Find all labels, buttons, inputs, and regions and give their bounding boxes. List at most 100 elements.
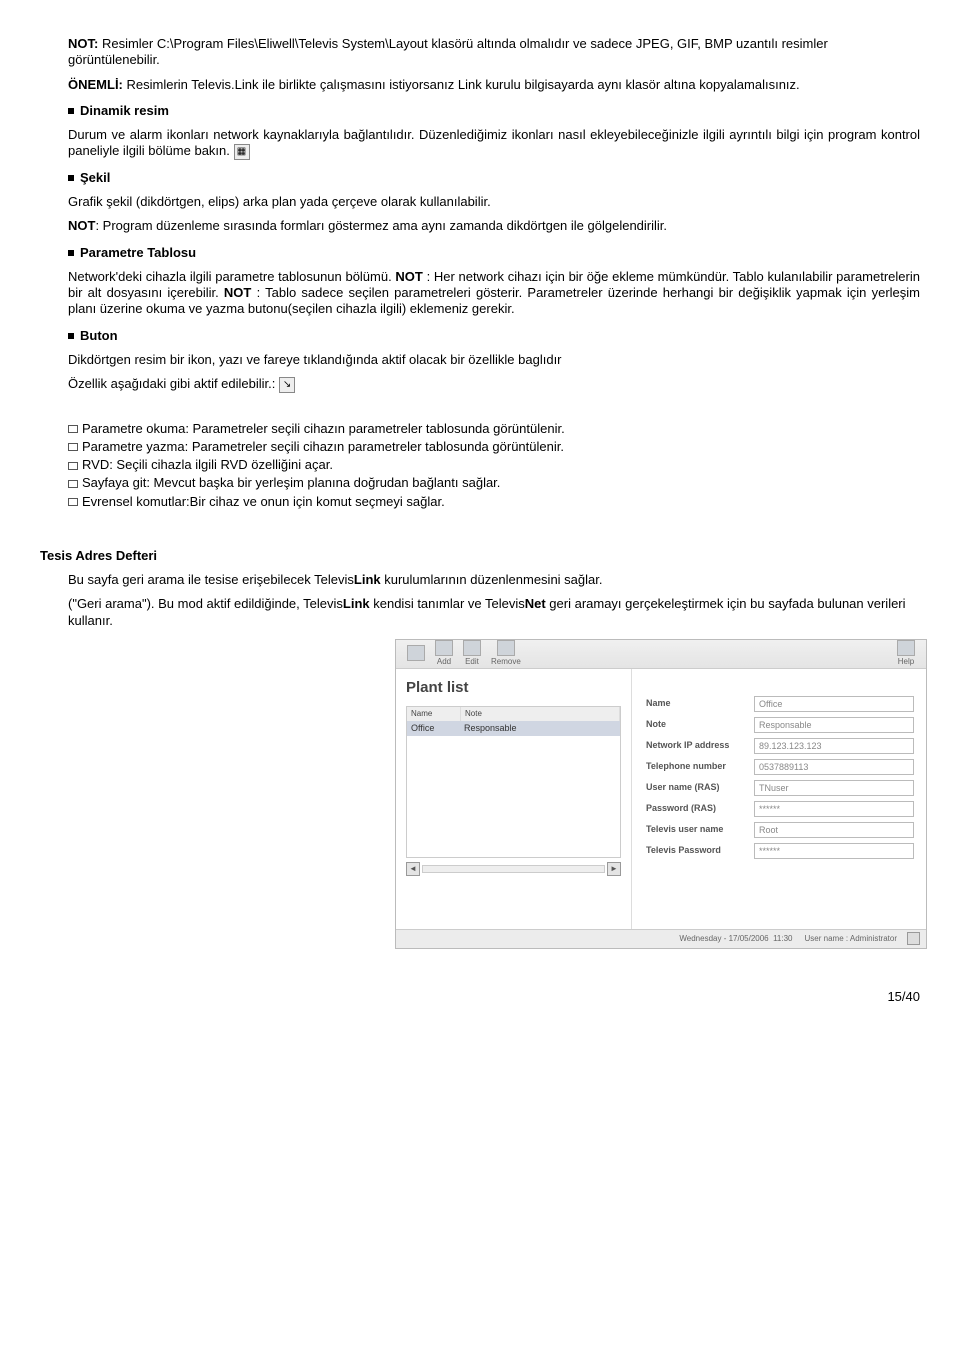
col-note: Note (461, 707, 620, 721)
remove-icon (497, 640, 515, 656)
bold: Link (343, 596, 370, 611)
field-name: NameOffice (646, 696, 914, 712)
scroll-left-icon[interactable]: ◄ (406, 862, 420, 876)
toolbar-remove-button[interactable]: Remove (491, 640, 521, 667)
open-box-icon (68, 498, 78, 506)
paragraph-tesis-2: ("Geri arama"). Bu mod aktif edildiğinde… (68, 596, 920, 629)
status-indicator-icon (907, 932, 920, 945)
table-row[interactable]: Office Responsable (407, 721, 620, 736)
bold: Net (525, 596, 546, 611)
heading-tesis-adres-defteri: Tesis Adres Defteri (40, 548, 920, 564)
paragraph-buton-2: Özellik aşağıdaki gibi aktif edilebilir.… (68, 376, 920, 393)
phone-input[interactable]: 0537889113 (754, 759, 914, 775)
paragraph-parametre: Network'deki cihazla ilgili parametre ta… (68, 269, 920, 318)
status-bar: Wednesday - 17/05/2006 11:30 User name :… (396, 929, 926, 948)
text: Parametre okuma: Parametreler seçili cih… (82, 421, 565, 436)
bullet-icon (68, 250, 74, 256)
paragraph-buton-1: Dikdörtgen resim bir ikon, yazı ve farey… (68, 352, 920, 368)
note-body: Resimler C:\Program Files\Eliwell\Televi… (68, 36, 828, 67)
text: Durum ve alarm ikonları network kaynakla… (68, 127, 920, 158)
cell-note: Responsable (460, 721, 620, 736)
help-icon (897, 640, 915, 656)
text: kendisi tanımlar ve Televis (370, 596, 525, 611)
heading-sekil: Şekil (68, 170, 920, 186)
paragraph-sekil-1: Grafik şekil (dikdörtgen, elips) arka pl… (68, 194, 920, 210)
heading-text: Parametre Tablosu (80, 245, 196, 260)
ras-pw-input[interactable]: ****** (754, 801, 914, 817)
label: Name (646, 698, 754, 709)
text: Parametre yazma: Parametreler seçili cih… (82, 439, 564, 454)
tool-icon (407, 645, 425, 661)
plant-details-form: NameOffice NoteResponsable Network IP ad… (631, 669, 926, 929)
panel-inline-icon: ▦ (234, 144, 250, 160)
note-input[interactable]: Responsable (754, 717, 914, 733)
label: Note (646, 719, 754, 730)
ip-input[interactable]: 89.123.123.123 (754, 738, 914, 754)
horizontal-scrollbar[interactable]: ◄ ► (406, 862, 621, 876)
heading-text: Dinamik resim (80, 103, 169, 118)
text: : Program düzenleme sırasında formları g… (95, 218, 667, 233)
label: Network IP address (646, 740, 754, 751)
important-body: Resimlerin Televis.Link ile birlikte çal… (123, 77, 800, 92)
televis-user-input[interactable]: Root (754, 822, 914, 838)
page-number: 15/40 (40, 989, 920, 1005)
status-user: User name : Administrator (805, 934, 897, 944)
add-icon (435, 640, 453, 656)
col-name: Name (407, 707, 461, 721)
open-box-icon (68, 425, 78, 433)
toolbar-help-button[interactable]: Help (897, 640, 915, 667)
bullet-icon (68, 333, 74, 339)
label: Remove (491, 657, 521, 667)
list-item-1: Parametre okuma: Parametreler seçili cih… (68, 421, 920, 437)
not-label: NOT (224, 285, 251, 300)
cell-name: Office (407, 721, 460, 736)
heading-parametre-tablosu: Parametre Tablosu (68, 245, 920, 261)
toolbar-edit-button[interactable]: Edit (463, 640, 481, 667)
text: Evrensel komutlar:Bir cihaz ve onun için… (82, 494, 445, 509)
text: kurulumlarının düzenlenmesini sağlar. (381, 572, 603, 587)
text: RVD: Seçili cihazla ilgili RVD özelliğin… (82, 457, 333, 472)
field-televis-pw: Televis Password****** (646, 843, 914, 859)
text: Bu sayfa geri arama ile tesise erişebile… (68, 572, 354, 587)
list-item-2: Parametre yazma: Parametreler seçili cih… (68, 439, 920, 455)
plant-list-title: Plant list (406, 679, 621, 698)
not-label: NOT (68, 218, 95, 233)
label: Televis Password (646, 845, 754, 856)
paragraph-tesis-1: Bu sayfa geri arama ile tesise erişebile… (68, 572, 920, 588)
bullet-icon (68, 108, 74, 114)
note-1: NOT: Resimler C:\Program Files\Eliwell\T… (68, 36, 920, 69)
toolbar-add-button[interactable]: Add (435, 640, 453, 667)
label: User name (RAS) (646, 782, 754, 793)
plant-list-pane: Plant list Name Note Office Responsable … (396, 669, 631, 929)
feature-inline-icon: ↘ (279, 377, 295, 393)
field-ras-pw: Password (RAS)****** (646, 801, 914, 817)
heading-buton: Buton (68, 328, 920, 344)
televis-pw-input[interactable]: ****** (754, 843, 914, 859)
name-input[interactable]: Office (754, 696, 914, 712)
list-item-5: Evrensel komutlar:Bir cihaz ve onun için… (68, 494, 920, 510)
paragraph-sekil-2: NOT: Program düzenleme sırasında formlar… (68, 218, 920, 234)
important-label: ÖNEMLİ: (68, 77, 123, 92)
ras-user-input[interactable]: TNuser (754, 780, 914, 796)
open-box-icon (68, 443, 78, 451)
list-item-4: Sayfaya git: Mevcut başka bir yerleşim p… (68, 475, 920, 491)
scroll-right-icon[interactable]: ► (607, 862, 621, 876)
scroll-track[interactable] (422, 865, 605, 873)
important-note: ÖNEMLİ: Resimlerin Televis.Link ile birl… (68, 77, 920, 93)
heading-text: Şekil (80, 170, 110, 185)
edit-icon (463, 640, 481, 656)
text: Network'deki cihazla ilgili parametre ta… (68, 269, 395, 284)
open-box-icon (68, 480, 78, 488)
field-televis-user: Televis user nameRoot (646, 822, 914, 838)
text: ("Geri arama"). Bu mod aktif edildiğinde… (68, 596, 343, 611)
label: Add (437, 657, 451, 667)
heading-text: Buton (80, 328, 118, 343)
label: Telephone number (646, 761, 754, 772)
bold: Link (354, 572, 381, 587)
plant-list-table[interactable]: Name Note Office Responsable (406, 706, 621, 858)
field-ip: Network IP address89.123.123.123 (646, 738, 914, 754)
toolbar-blank-button[interactable] (407, 645, 425, 662)
list-item-3: RVD: Seçili cihazla ilgili RVD özelliğin… (68, 457, 920, 473)
note-label: NOT: (68, 36, 98, 51)
status-date: Wednesday - 17/05/2006 11:30 (679, 934, 792, 944)
